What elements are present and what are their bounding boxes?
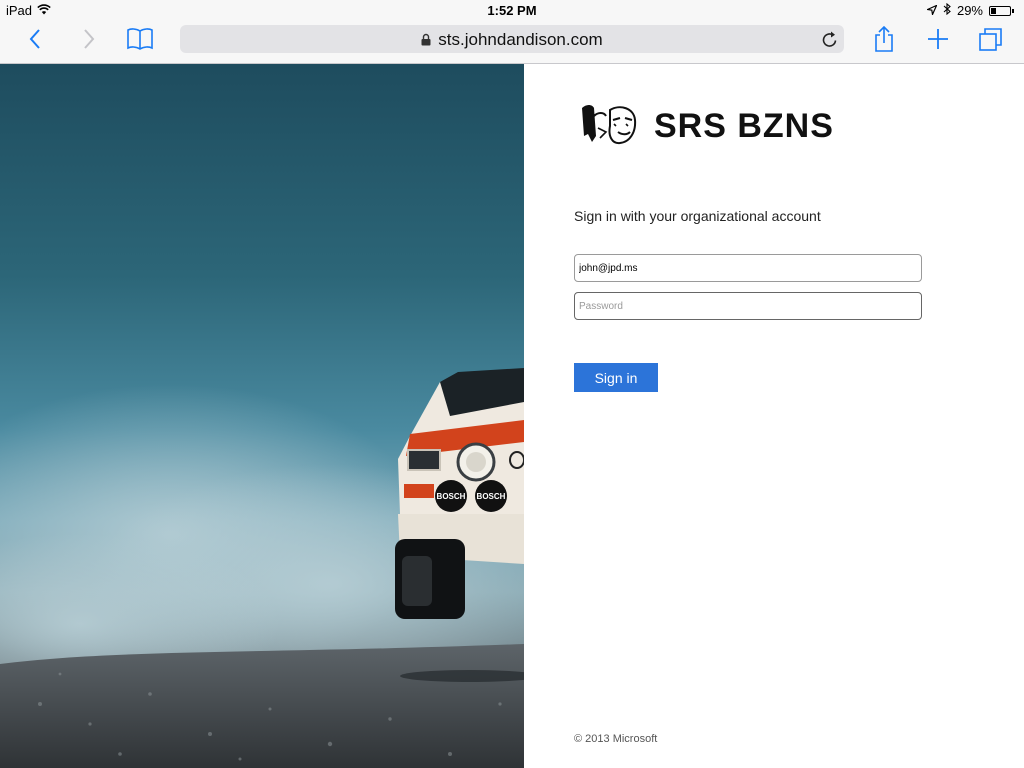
address-bar[interactable]: sts.johndandison.com (180, 25, 844, 53)
location-icon (925, 3, 938, 18)
logo-icon (580, 102, 638, 151)
address-text-wrap: sts.johndandison.com (180, 30, 844, 51)
back-button[interactable] (22, 26, 48, 56)
share-button[interactable] (870, 25, 898, 57)
browser-toolbar: sts.johndandison.com (0, 20, 1024, 64)
password-input[interactable] (574, 292, 922, 320)
back-icon (29, 28, 41, 54)
bookmarks-button[interactable] (124, 26, 156, 56)
url-text: sts.johndandison.com (438, 30, 603, 49)
reload-icon[interactable] (822, 30, 838, 53)
lock-icon (421, 31, 431, 51)
battery-percent: 29% (956, 3, 983, 18)
signin-heading: Sign in with your organizational account (574, 208, 821, 224)
hero-image: BOSCH BOSCH (0, 64, 524, 768)
bluetooth-icon (943, 2, 951, 18)
tabs-button[interactable] (976, 26, 1006, 56)
status-right: 29% (925, 2, 1014, 18)
bookmarks-icon (126, 27, 154, 56)
battery-icon (989, 5, 1014, 16)
rally-car-illustration: BOSCH BOSCH (0, 368, 524, 768)
tabs-icon (978, 26, 1004, 57)
new-tab-button[interactable] (924, 26, 952, 56)
new-tab-icon (927, 28, 949, 55)
login-panel: SRS BZNS Sign in with your organizationa… (524, 64, 1024, 768)
logo: SRS BZNS (580, 102, 834, 151)
copyright-footer: © 2013 Microsoft (574, 733, 658, 745)
share-icon (873, 25, 895, 57)
status-bar: iPad 1:52 PM 29% (0, 0, 1024, 20)
status-time: 1:52 PM (487, 3, 537, 18)
forward-button[interactable] (76, 26, 102, 56)
signin-button[interactable]: Sign in (574, 363, 658, 392)
username-input[interactable] (574, 254, 922, 282)
bosch-decal-right: BOSCH (477, 492, 506, 501)
forward-icon (83, 28, 95, 54)
logo-text: SRS BZNS (654, 107, 834, 145)
bosch-decal-left: BOSCH (437, 492, 466, 501)
